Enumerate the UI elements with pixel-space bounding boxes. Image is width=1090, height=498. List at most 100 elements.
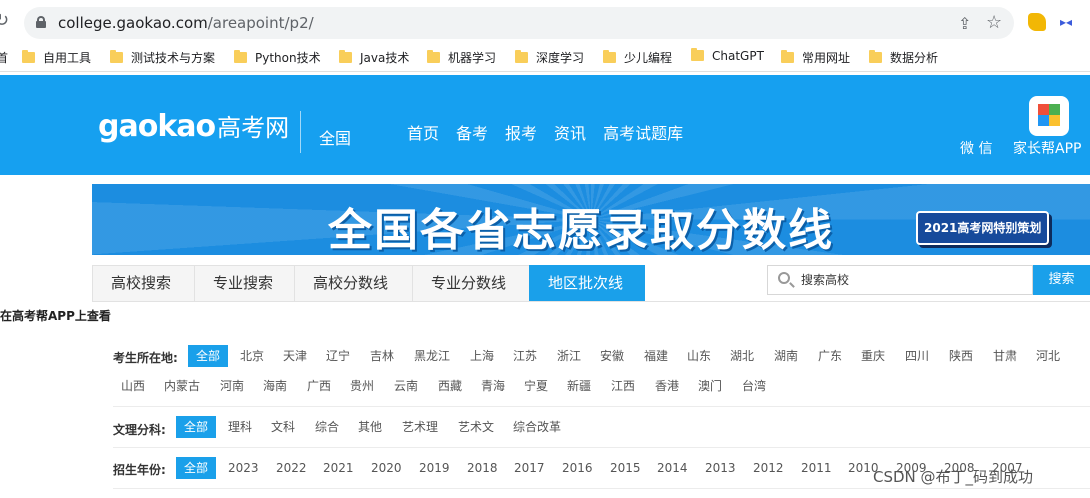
bookmark-item[interactable]: Java技术 (339, 49, 409, 67)
year-filter-option[interactable]: 2018 (467, 457, 498, 479)
subject-filter-option[interactable]: 文科 (271, 416, 295, 438)
region-filter-option[interactable]: 新疆 (567, 375, 591, 397)
parent-app-link[interactable]: 家长帮APP (1013, 138, 1081, 158)
promo-banner[interactable]: 全国各省志愿录取分数线 2021高考网特别策划 (92, 184, 1090, 255)
region-filter-option[interactable]: 上海 (470, 345, 494, 367)
bookmark-item[interactable]: 测试技术与方案 (110, 49, 215, 67)
bookmark-item[interactable]: ChatGPT (691, 48, 764, 67)
search-tab[interactable]: 高校搜索 (92, 265, 194, 302)
region-filter-option[interactable]: 广西 (307, 375, 331, 397)
region-filter-option[interactable]: 辽宁 (326, 345, 350, 367)
nav-item[interactable]: 资讯 (554, 120, 586, 144)
year-filter-option[interactable]: 2015 (610, 457, 641, 479)
subject-filter-option[interactable]: 综合 (315, 416, 339, 438)
subject-filter-option[interactable]: 艺术文 (458, 416, 494, 438)
region-filter-option[interactable]: 四川 (905, 345, 929, 367)
year-filter-option[interactable]: 2019 (419, 457, 450, 479)
region-filter-option[interactable]: 内蒙古 (164, 375, 200, 397)
region-filter-option[interactable]: 江西 (611, 375, 635, 397)
extension-icon[interactable] (1028, 13, 1046, 31)
region-filter-option[interactable]: 甘肃 (993, 345, 1017, 367)
year-filter-option[interactable]: 2023 (228, 457, 259, 479)
year-filter-option[interactable]: 2014 (657, 457, 688, 479)
region-filter-option[interactable]: 澳门 (698, 375, 722, 397)
url-field[interactable]: college.gaokao.com/areapoint/p2/ ⇪ ☆ (24, 7, 1014, 39)
share-icon[interactable]: ⇪ (958, 14, 971, 33)
lock-icon[interactable] (36, 16, 46, 28)
bookmark-item[interactable]: 常用网址 (781, 49, 850, 67)
region-filter-option[interactable]: 西藏 (438, 375, 462, 397)
extension-bowtie-icon[interactable]: ▸◂ (1060, 15, 1072, 29)
year-filter-option[interactable]: 2011 (801, 457, 832, 479)
bookmark-label: 机器学习 (448, 51, 497, 65)
year-filter-option[interactable]: 2017 (514, 457, 545, 479)
nav-item[interactable]: 报考 (505, 120, 537, 144)
bookmark-item[interactable]: 少儿编程 (603, 49, 672, 67)
year-filter-option[interactable]: 2020 (371, 457, 402, 479)
bookmark-item[interactable]: 机器学习 (427, 49, 496, 67)
region-filter-option[interactable]: 山西 (121, 375, 145, 397)
region-filter-option[interactable]: 云南 (394, 375, 418, 397)
subject-filter-option[interactable]: 其他 (358, 416, 382, 438)
weixin-link[interactable]: 微 信 (960, 138, 992, 158)
region-filter-option[interactable]: 北京 (240, 345, 264, 367)
year-filter-option[interactable]: 2021 (323, 457, 354, 479)
bookmark-label: 深度学习 (536, 51, 585, 65)
search-button[interactable]: 搜索 (1033, 265, 1090, 295)
url-text[interactable]: college.gaokao.com/areapoint/p2/ (58, 14, 314, 32)
search-tab[interactable]: 高校分数线 (294, 265, 412, 302)
region-filter-option[interactable]: 宁夏 (524, 375, 548, 397)
year-filter-option[interactable]: 2012 (753, 457, 784, 479)
bookmark-item[interactable]: Python技术 (234, 49, 321, 67)
region-filter-option[interactable]: 福建 (644, 345, 668, 367)
site-logo[interactable]: gaokao高考网 (98, 108, 289, 144)
year-filter-option[interactable]: 2016 (562, 457, 593, 479)
region-filter-option[interactable]: 河南 (220, 375, 244, 397)
region-filter-option[interactable]: 陕西 (949, 345, 973, 367)
bookmark-item[interactable]: 深度学习 (515, 49, 584, 67)
subject-filter-option[interactable]: 全部 (176, 416, 217, 438)
region-filter-option[interactable]: 香港 (655, 375, 679, 397)
region-filter-option[interactable]: 黑龙江 (414, 345, 450, 367)
subject-filter-option[interactable]: 艺术理 (402, 416, 438, 438)
region-filter-option[interactable]: 山东 (687, 345, 711, 367)
region-filter-option[interactable]: 天津 (283, 345, 307, 367)
subject-filter-option[interactable]: 综合改革 (513, 416, 561, 438)
nav-item[interactable]: 首页 (407, 120, 439, 144)
region-filter-option[interactable]: 广东 (818, 345, 842, 367)
search-tab[interactable]: 专业搜索 (194, 265, 294, 302)
school-search-box (767, 265, 1033, 295)
bookmark-label: Java技术 (360, 51, 410, 65)
search-icon (778, 272, 790, 284)
search-tab[interactable]: 专业分数线 (412, 265, 529, 302)
region-selector[interactable]: 全国 (319, 125, 351, 149)
region-filter-option[interactable]: 贵州 (350, 375, 374, 397)
region-filter-option[interactable]: 青海 (481, 375, 505, 397)
region-filter-option[interactable]: 湖南 (774, 345, 798, 367)
parent-app-icon[interactable] (1029, 96, 1069, 136)
year-filter-option[interactable]: 2022 (276, 457, 307, 479)
region-filter-option[interactable]: 重庆 (861, 345, 885, 367)
region-filter-option[interactable]: 江苏 (513, 345, 537, 367)
nav-item[interactable]: 备考 (456, 120, 488, 144)
region-filter-option[interactable]: 安徽 (600, 345, 624, 367)
region-filter-option[interactable]: 吉林 (370, 345, 394, 367)
search-input[interactable] (801, 271, 1021, 289)
reload-icon[interactable]: ↻ (0, 10, 9, 31)
region-filter-option[interactable]: 浙江 (557, 345, 581, 367)
subject-filter-option[interactable]: 理科 (228, 416, 252, 438)
region-filter-option[interactable]: 湖北 (730, 345, 754, 367)
bookmark-fragment[interactable]: 首 (0, 49, 8, 67)
app-notice[interactable]: 在高考帮APP上查看 (0, 307, 111, 324)
region-filter-option[interactable]: 全部 (188, 345, 229, 367)
year-filter-option[interactable]: 全部 (176, 457, 217, 479)
nav-item[interactable]: 高考试题库 (603, 120, 683, 144)
region-filter-option[interactable]: 河北 (1036, 345, 1060, 367)
bookmark-item[interactable]: 数据分析 (869, 49, 938, 67)
year-filter-option[interactable]: 2013 (705, 457, 736, 479)
region-filter-option[interactable]: 台湾 (742, 375, 766, 397)
search-tab[interactable]: 地区批次线 (529, 265, 645, 302)
bookmark-star-icon[interactable]: ☆ (986, 12, 1002, 33)
bookmark-item[interactable]: 自用工具 (22, 49, 91, 67)
region-filter-option[interactable]: 海南 (263, 375, 287, 397)
